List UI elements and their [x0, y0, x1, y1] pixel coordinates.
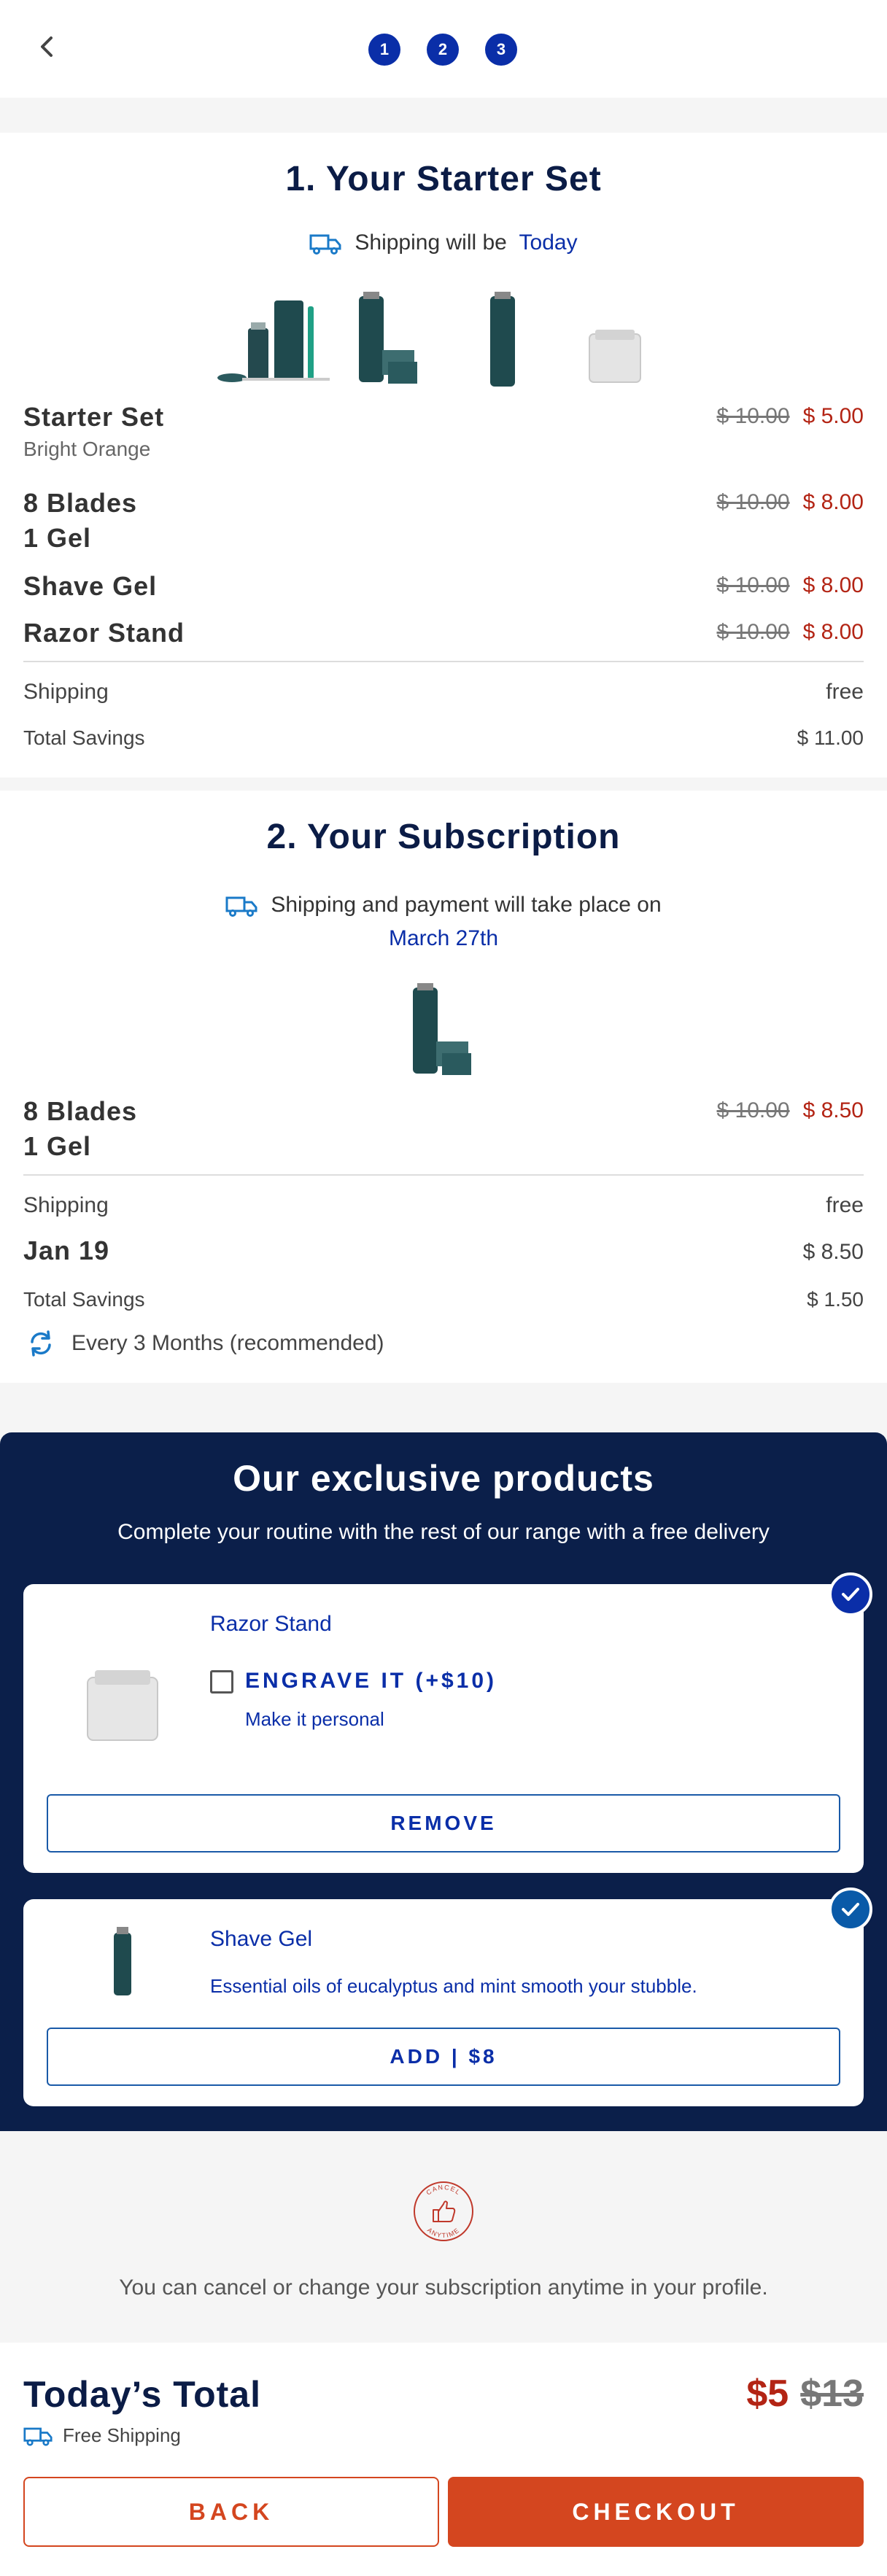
savings-value: $ 1.50 [807, 1288, 864, 1311]
shave-gel-image [490, 292, 515, 387]
engrave-subtext: Make it personal [245, 1708, 384, 1730]
chevron-left-icon[interactable] [32, 32, 61, 61]
step-1[interactable]: 1 [368, 34, 400, 66]
subscription-shipping-text: Shipping and payment will take place on [271, 893, 662, 917]
razor-stand-image [589, 330, 641, 383]
item-name-line2: 1 Gel [23, 1131, 92, 1161]
starter-item-row: Starter Set Bright Orange $ 10.00 $ 5.00 [23, 400, 864, 461]
exclusive-title: Our exclusive products [233, 1458, 654, 1499]
cancel-anytime-badge: CANCEL ANYTIME [414, 2181, 473, 2241]
starter-shipping-row: Shipping free [23, 680, 864, 705]
new-price: $ 8.00 [802, 490, 864, 514]
back-button[interactable]: BACK [23, 2477, 439, 2547]
new-price: $ 5.00 [802, 404, 864, 428]
frequency-label: Every 3 Months (recommended) [71, 1331, 384, 1355]
savings-label: Total Savings [23, 1288, 145, 1311]
new-price: $ 8.50 [802, 1098, 864, 1122]
product-name: Razor Stand [210, 1612, 332, 1636]
shave-gel-image [114, 1927, 131, 1995]
starter-shipping-line: Shipping will be Today [0, 230, 887, 255]
total-price-new: $5 [746, 2373, 789, 2415]
savings-label: Total Savings [23, 726, 145, 749]
starter-shipping-when: Today [519, 230, 578, 255]
old-price: $ 10.00 [716, 490, 790, 514]
truck-icon [23, 2427, 53, 2446]
add-button[interactable]: ADD | $8 [47, 2028, 840, 2086]
header: 1 2 3 [0, 0, 887, 98]
new-price: $ 8.00 [802, 573, 864, 597]
shave-gel-offer-card: Shave Gel Essential oils of eucalyptus a… [23, 1899, 864, 2106]
step-3[interactable]: 3 [485, 34, 517, 66]
free-shipping-line: Free Shipping [23, 2424, 181, 2447]
total-price: $5 $13 [746, 2372, 864, 2416]
engrave-label[interactable]: ENGRAVE IT (+$10) [245, 1669, 497, 1694]
new-price: $ 8.00 [802, 620, 864, 644]
item-name-line2: 1 Gel [23, 523, 92, 553]
divider [23, 661, 864, 662]
thumbs-up-icon [433, 2200, 456, 2222]
product-name: Shave Gel [210, 1927, 313, 1951]
starter-shipping-prefix: Shipping will be [355, 230, 507, 255]
step-indicator: 1 2 3 [368, 34, 517, 66]
step-2[interactable]: 2 [427, 34, 459, 66]
truck-icon [225, 896, 257, 917]
item-variant: Bright Orange [23, 438, 151, 460]
product-description: Essential oils of eucalyptus and mint sm… [210, 1975, 697, 1997]
old-price: $ 10.00 [716, 1098, 790, 1122]
blades-gel-image [359, 292, 417, 384]
subscription-item-row: 8 Blades 1 Gel $ 10.00 $ 8.50 [23, 1094, 864, 1164]
starter-kit-image [217, 300, 330, 382]
old-price: $ 10.00 [716, 620, 790, 644]
subscription-product-image [413, 983, 471, 1075]
free-shipping-label: Free Shipping [63, 2424, 181, 2446]
engrave-checkbox[interactable] [210, 1670, 233, 1694]
blades-item-row: 8 Blades 1 Gel $ 10.00 $ 8.00 [23, 486, 864, 556]
frequency-selector[interactable]: Every 3 Months (recommended) [26, 1329, 384, 1358]
next-date-value: $ 8.50 [802, 1240, 864, 1264]
subscription-shipping-line: Shipping and payment will take place on … [0, 888, 887, 955]
selected-check-icon[interactable] [829, 1888, 872, 1931]
savings-value: $ 11.00 [797, 726, 864, 749]
refresh-icon [31, 1330, 51, 1357]
subscription-title: 2. Your Subscription [266, 818, 621, 856]
subscription-shipping-row: Shipping free [23, 1193, 864, 1218]
old-price: $ 10.00 [716, 573, 790, 597]
razor-stand-offer-card: Razor Stand ENGRAVE IT (+$10) Make it pe… [23, 1584, 864, 1873]
cancel-info-text: You can cancel or change your subscripti… [119, 2276, 768, 2300]
razor-stand-image [87, 1670, 158, 1741]
truck-icon [309, 234, 341, 255]
shave-gel-item-row: Shave Gel $ 10.00 $ 8.00 [23, 569, 864, 604]
subscription-savings-row: Total Savings $ 1.50 [23, 1288, 864, 1311]
starter-product-images [217, 292, 641, 387]
shipping-value: free [826, 1193, 864, 1217]
subscription-date-row: Jan 19 $ 8.50 [23, 1235, 864, 1266]
shipping-label: Shipping [23, 1193, 109, 1217]
next-date-label: Jan 19 [23, 1235, 110, 1265]
remove-button[interactable]: REMOVE [47, 1794, 840, 1853]
todays-total-label: Today’s Total [23, 2374, 261, 2415]
old-price: $ 10.00 [716, 404, 790, 428]
divider [23, 1174, 864, 1176]
shipping-label: Shipping [23, 680, 109, 704]
starter-set-title: 1. Your Starter Set [285, 160, 602, 198]
selected-check-icon[interactable] [829, 1572, 872, 1616]
exclusive-subtitle: Complete your routine with the rest of o… [117, 1520, 770, 1544]
shipping-value: free [826, 680, 864, 704]
checkout-button[interactable]: CHECKOUT [448, 2477, 864, 2547]
razor-stand-item-row: Razor Stand $ 10.00 $ 8.00 [23, 616, 864, 651]
starter-savings-row: Total Savings $ 11.00 [23, 726, 864, 750]
total-price-old: $13 [800, 2373, 864, 2415]
subscription-shipping-date: March 27th [388, 926, 499, 950]
